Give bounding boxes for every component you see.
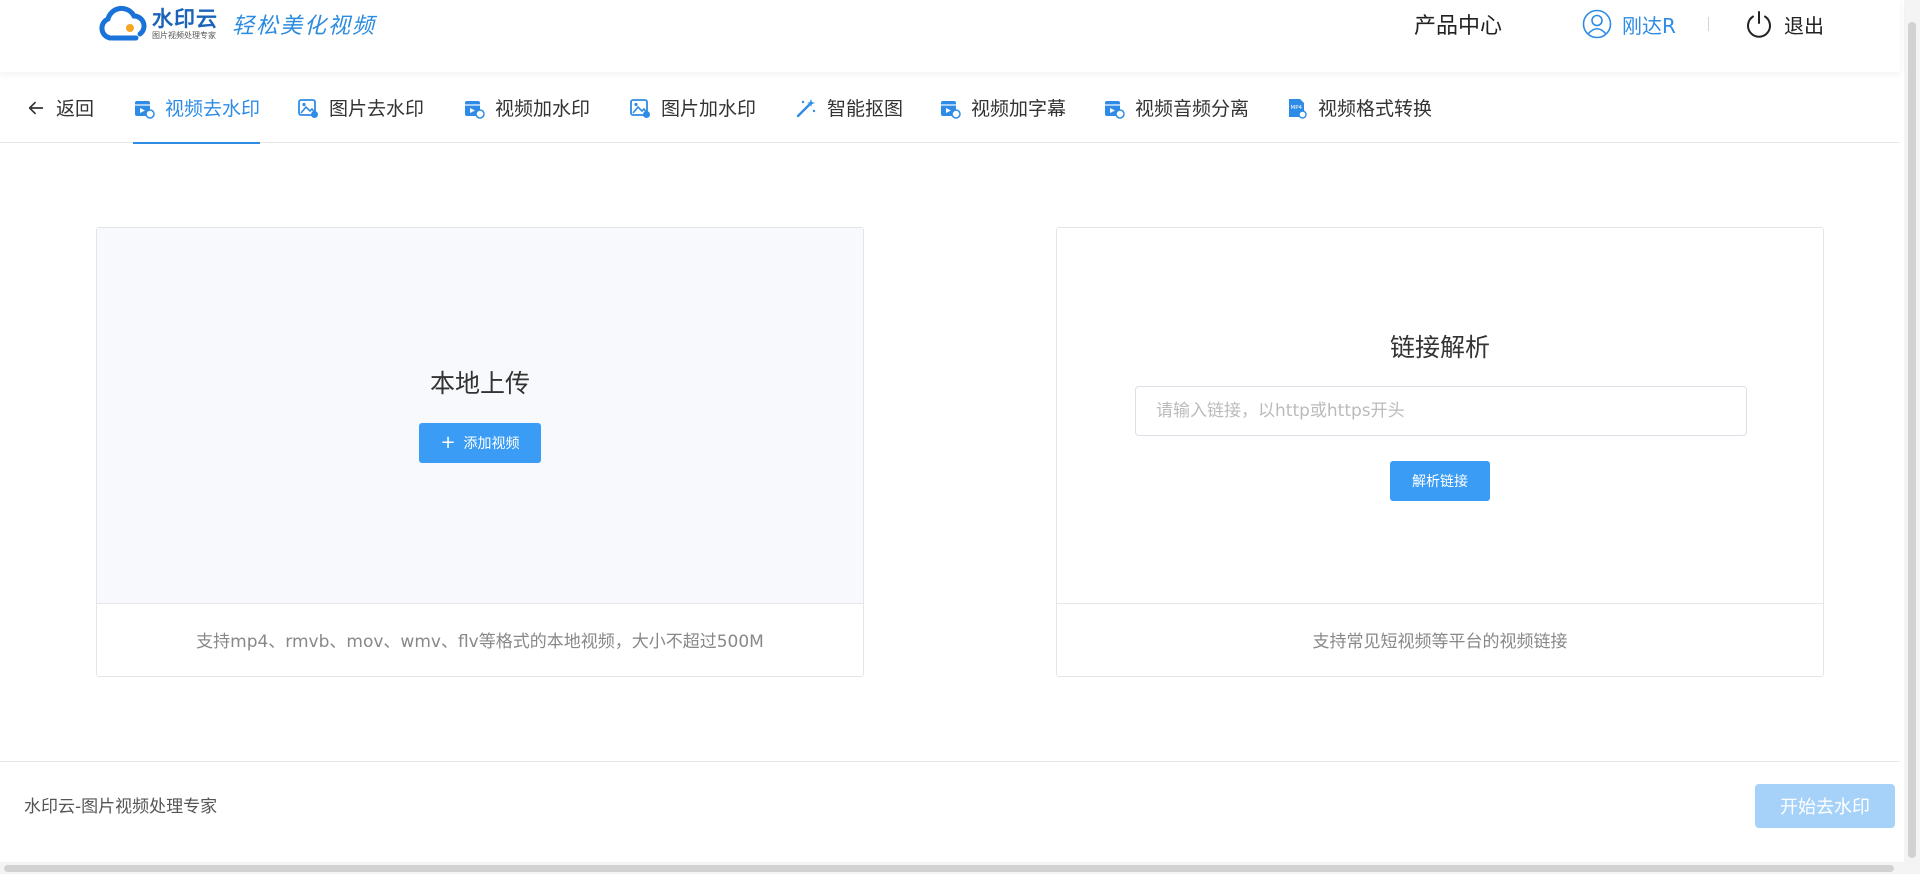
upload-title: 本地上传 xyxy=(429,369,530,398)
logo-subtitle: 图片视频处理专家 xyxy=(152,31,216,40)
tool-tabs: 返回 视频去水印 图片去水印 视频加水印 图片加水印 智能抠图 视频加字幕 视频… xyxy=(0,72,1900,144)
tab-label: 视频去水印 xyxy=(165,98,261,120)
tab-smart-cutout[interactable]: 智能抠图 xyxy=(795,72,903,143)
link-hint: 支持常见短视频等平台的视频链接 xyxy=(1312,632,1568,652)
top-header: 水印云 图片视频处理专家 轻松美化视频 产品中心 刚达R 退出 xyxy=(0,0,1900,72)
logout-button[interactable]: 退出 xyxy=(1744,6,1824,42)
cloud-logo-icon xyxy=(99,5,147,41)
tab-label: 视频格式转换 xyxy=(1318,98,1433,120)
logo-name: 水印云 xyxy=(152,7,218,31)
upload-dropzone[interactable]: 本地上传 + 添加视频 xyxy=(97,228,863,604)
footer-brand-text: 水印云-图片视频处理专家 xyxy=(24,797,218,817)
tab-video-audio-separate[interactable]: 视频音频分离 xyxy=(1103,72,1249,143)
video-icon xyxy=(1105,100,1125,119)
video-icon xyxy=(941,100,961,119)
vertical-scroll-thumb[interactable] xyxy=(1908,22,1916,858)
tab-label: 图片去水印 xyxy=(329,98,425,120)
tab-label: 视频加水印 xyxy=(495,98,591,120)
user-menu[interactable]: 刚达R xyxy=(1582,6,1676,42)
logo-slogan: 轻松美化视频 xyxy=(232,14,377,39)
local-upload-card: 本地上传 + 添加视频 支持mp4、rmvb、mov、wmv、flv等格式的本地… xyxy=(96,227,864,677)
tab-image-add-watermark[interactable]: 图片加水印 xyxy=(629,72,756,143)
link-input[interactable] xyxy=(1135,386,1747,436)
bottom-bar: 水印云-图片视频处理专家 开始去水印 xyxy=(0,761,1900,861)
back-button[interactable]: 返回 xyxy=(26,72,94,143)
product-center-link[interactable]: 产品中心 xyxy=(1414,6,1502,42)
arrow-left-icon xyxy=(28,101,44,114)
start-button-label: 开始去水印 xyxy=(1780,797,1870,818)
tab-label: 智能抠图 xyxy=(827,98,904,120)
svg-text:MP4: MP4 xyxy=(1291,105,1303,111)
product-center-label: 产品中心 xyxy=(1414,14,1503,39)
user-avatar-icon xyxy=(1582,9,1612,39)
power-icon xyxy=(1747,11,1771,38)
tab-video-add-subtitles[interactable]: 视频加字幕 xyxy=(939,72,1066,143)
video-icon xyxy=(135,100,155,119)
tab-label: 视频加字幕 xyxy=(971,98,1067,120)
tab-video-add-watermark[interactable]: 视频加水印 xyxy=(463,72,590,143)
tab-video-format-convert[interactable]: MP4 视频格式转换 xyxy=(1286,72,1432,143)
upload-hint: 支持mp4、rmvb、mov、wmv、flv等格式的本地视频，大小不超过500M xyxy=(196,632,764,652)
magic-wand-icon xyxy=(796,98,816,117)
image-icon xyxy=(298,98,318,118)
start-remove-watermark-button[interactable]: 开始去水印 xyxy=(1755,784,1895,828)
username: 刚达R xyxy=(1622,13,1676,38)
mp4-file-icon: MP4 xyxy=(1289,98,1307,119)
tab-label: 图片加水印 xyxy=(661,98,757,120)
vertical-scrollbar[interactable] xyxy=(1904,0,1920,874)
back-label: 返回 xyxy=(56,98,95,120)
logout-label: 退出 xyxy=(1784,13,1824,38)
plus-icon: + xyxy=(440,432,456,453)
add-video-label: 添加视频 xyxy=(463,436,520,452)
logo[interactable]: 水印云 图片视频处理专家 轻松美化视频 xyxy=(96,2,376,46)
image-icon xyxy=(630,98,650,118)
link-parse-title: 链接解析 xyxy=(1389,333,1490,362)
horizontal-scrollbar[interactable] xyxy=(0,862,1904,874)
horizontal-scroll-thumb[interactable] xyxy=(4,865,1894,872)
parse-link-label: 解析链接 xyxy=(1412,474,1468,490)
add-video-button[interactable]: + 添加视频 xyxy=(419,423,541,463)
video-icon xyxy=(465,100,485,119)
tab-label: 视频音频分离 xyxy=(1135,98,1250,120)
tab-image-remove-watermark[interactable]: 图片去水印 xyxy=(297,72,424,143)
link-parse-card: 链接解析 解析链接 支持常见短视频等平台的视频链接 xyxy=(1056,227,1824,677)
header-divider xyxy=(1708,17,1709,31)
tab-video-remove-watermark[interactable]: 视频去水印 xyxy=(133,72,261,144)
parse-link-button[interactable]: 解析链接 xyxy=(1390,461,1490,501)
